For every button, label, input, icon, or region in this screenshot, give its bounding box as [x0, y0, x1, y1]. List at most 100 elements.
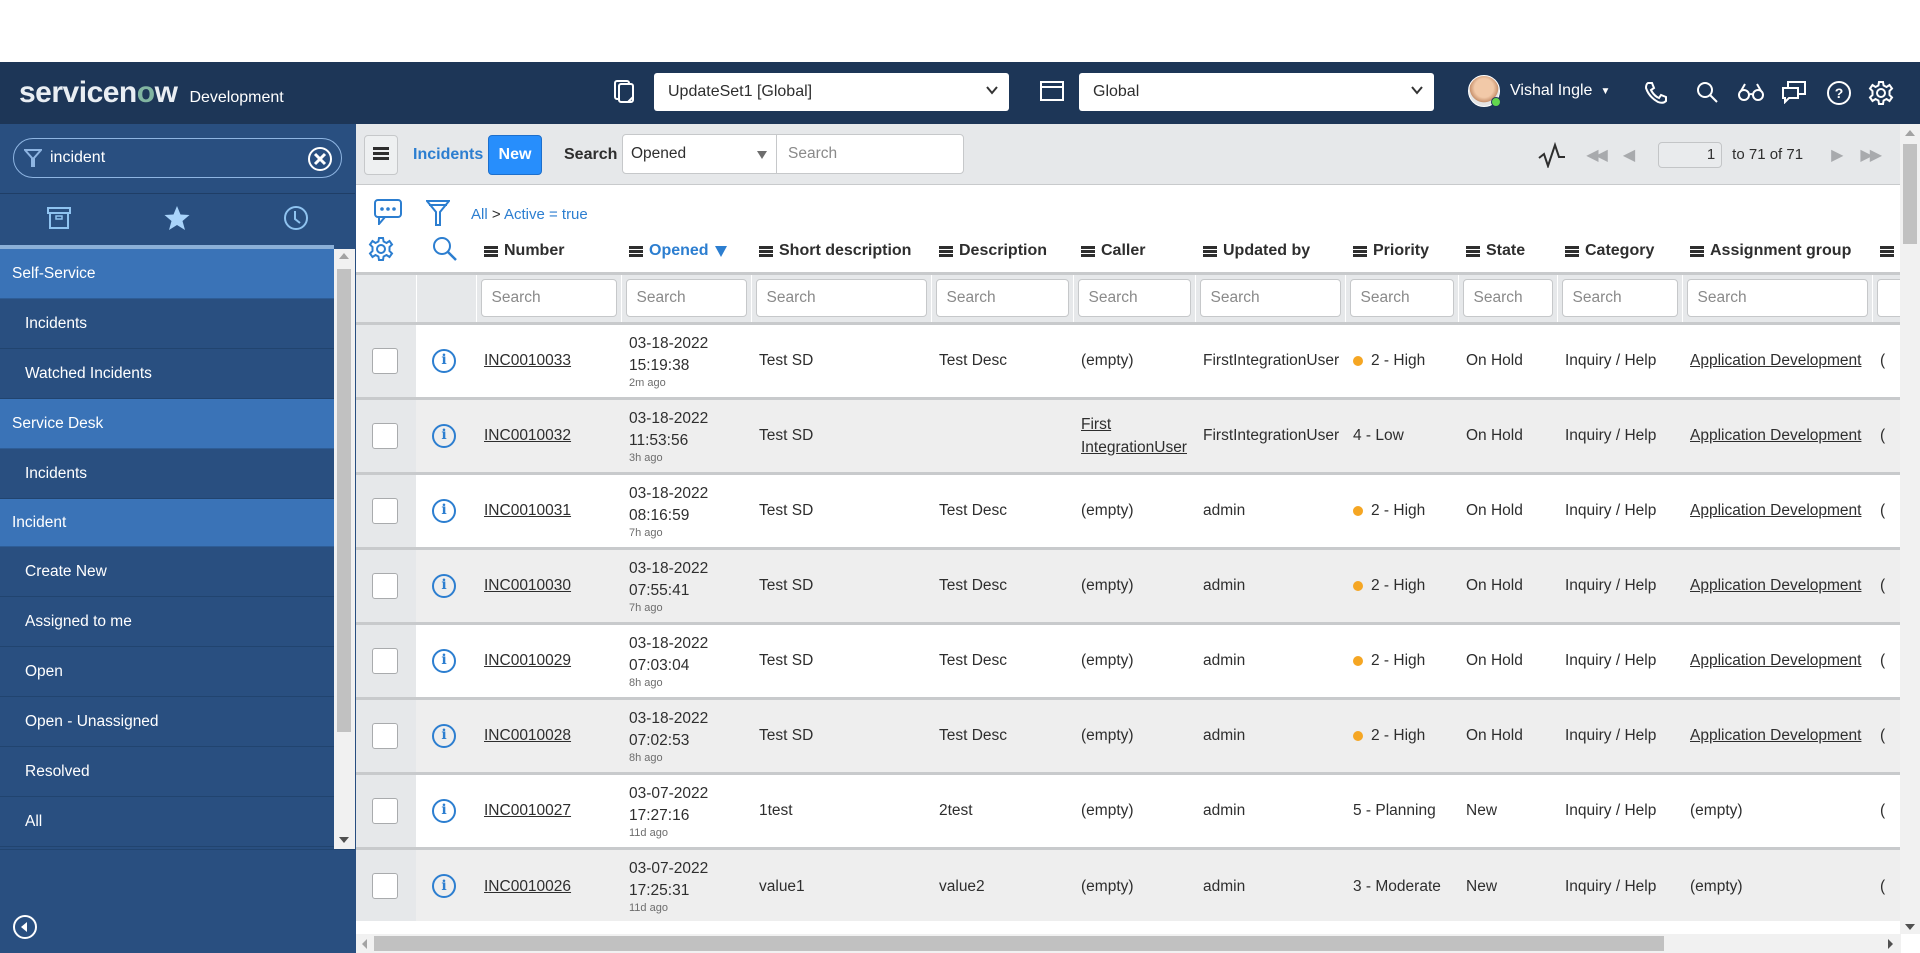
scroll-up-arrow[interactable]	[339, 253, 349, 259]
list-horizontal-scrollbar[interactable]	[356, 934, 1901, 953]
search-assignment-group-input[interactable]	[1686, 279, 1868, 317]
column-menu-icon[interactable]	[1565, 245, 1579, 257]
column-header-assignment-group[interactable]: Assignment group	[1682, 231, 1872, 273]
search-opened-input[interactable]	[625, 279, 747, 317]
activity-stream-icon[interactable]	[1538, 141, 1566, 168]
row-checkbox[interactable]	[372, 873, 398, 900]
preview-info-icon[interactable]: i	[432, 498, 456, 523]
search-field-select[interactable]: Opened	[622, 134, 777, 174]
search-description-input[interactable]	[935, 279, 1069, 317]
column-header-number[interactable]: Number	[476, 231, 621, 273]
incident-number-link[interactable]: INC0010033	[484, 352, 571, 369]
incident-number-link[interactable]: INC0010032	[484, 427, 571, 444]
column-menu-icon[interactable]	[939, 245, 953, 257]
preview-info-icon[interactable]: i	[432, 874, 456, 899]
assignment-group-link[interactable]: Application Development	[1690, 727, 1861, 744]
nav-module-all[interactable]: All	[0, 797, 334, 847]
nav-module-open-unassigned[interactable]: Open - Unassigned	[0, 697, 334, 747]
incident-number-link[interactable]: INC0010027	[484, 802, 571, 819]
application-scope-picker[interactable]: Global	[1079, 73, 1434, 111]
scroll-thumb[interactable]	[337, 269, 351, 732]
column-header-state[interactable]: State	[1458, 231, 1557, 273]
connect-chat-icon[interactable]	[1781, 80, 1807, 104]
row-checkbox[interactable]	[372, 797, 398, 824]
row-checkbox[interactable]	[372, 572, 398, 599]
incident-number-link[interactable]: INC0010026	[484, 878, 571, 895]
column-menu-icon[interactable]	[1880, 245, 1894, 257]
list-context-menu-button[interactable]	[364, 135, 398, 175]
scroll-left-arrow[interactable]	[362, 939, 367, 949]
page-number-input[interactable]	[1658, 141, 1723, 168]
nav-module-open[interactable]: Open	[0, 647, 334, 697]
phone-icon[interactable]	[1643, 80, 1669, 106]
row-checkbox[interactable]	[372, 422, 398, 449]
nav-section-incident[interactable]: Incident	[0, 499, 334, 547]
scroll-down-arrow[interactable]	[1905, 924, 1915, 930]
nav-module-resolved[interactable]: Resolved	[0, 747, 334, 797]
column-header-priority[interactable]: Priority	[1345, 231, 1458, 273]
search-caller-input[interactable]	[1077, 279, 1191, 317]
conversation-icon[interactable]	[374, 199, 402, 230]
column-search-icon[interactable]	[432, 236, 458, 266]
column-menu-icon[interactable]	[484, 245, 498, 257]
preview-info-icon[interactable]: i	[432, 723, 456, 748]
column-menu-icon[interactable]	[1466, 245, 1480, 257]
last-page-icon[interactable]: ▶▶	[1860, 145, 1882, 165]
list-vertical-scrollbar[interactable]	[1900, 124, 1920, 934]
nav-section-service-desk[interactable]: Service Desk	[0, 399, 334, 449]
search-number-input[interactable]	[480, 279, 617, 317]
user-menu[interactable]: Vishal Ingle ▼	[1468, 75, 1610, 107]
new-button[interactable]: New	[488, 135, 542, 175]
scroll-down-arrow[interactable]	[339, 837, 349, 843]
tab-favorites[interactable]	[118, 194, 236, 247]
search-priority-input[interactable]	[1349, 279, 1454, 317]
incident-number-link[interactable]: INC0010031	[484, 502, 571, 519]
filter-icon[interactable]	[424, 199, 452, 232]
collapse-navigator-icon[interactable]	[12, 914, 38, 945]
row-checkbox[interactable]	[372, 497, 398, 524]
column-menu-icon[interactable]	[1203, 245, 1217, 257]
incident-number-link[interactable]: INC0010029	[484, 652, 571, 669]
assignment-group-link[interactable]: Application Development	[1690, 652, 1861, 669]
personalize-list-icon[interactable]	[368, 236, 394, 266]
search-updated-by-input[interactable]	[1199, 279, 1341, 317]
breadcrumb-all[interactable]: All	[471, 206, 488, 223]
column-header-short-description[interactable]: Short description	[751, 231, 931, 273]
row-checkbox[interactable]	[372, 722, 398, 749]
column-menu-icon[interactable]	[1081, 245, 1095, 257]
assignment-group-link[interactable]: Application Development	[1690, 352, 1861, 369]
column-header-category[interactable]: Category	[1557, 231, 1682, 273]
nav-module-incidents[interactable]: Incidents	[0, 449, 334, 499]
navigator-filter[interactable]	[13, 138, 342, 178]
caller-link[interactable]: First IntegrationUser	[1081, 416, 1187, 456]
preview-info-icon[interactable]: i	[432, 348, 456, 373]
navigator-filter-input[interactable]	[50, 149, 300, 167]
incident-number-link[interactable]: INC0010028	[484, 727, 571, 744]
preview-info-icon[interactable]: i	[432, 798, 456, 823]
update-set-icon[interactable]	[614, 80, 636, 104]
assignment-group-link[interactable]: Application Development	[1690, 577, 1861, 594]
search-icon[interactable]	[1695, 80, 1719, 104]
preview-info-icon[interactable]: i	[432, 573, 456, 598]
preview-info-icon[interactable]: i	[432, 648, 456, 673]
navigator-scrollbar[interactable]	[334, 249, 355, 849]
nav-section-self-service[interactable]: Self-Service	[0, 249, 334, 299]
assignment-group-link[interactable]: Application Development	[1690, 502, 1861, 519]
column-header-updated-by[interactable]: Updated by	[1195, 231, 1345, 273]
scroll-thumb[interactable]	[374, 936, 1664, 951]
search-state-input[interactable]	[1462, 279, 1553, 317]
help-icon[interactable]: ?	[1826, 80, 1852, 106]
next-page-icon[interactable]: ▶	[1831, 145, 1843, 165]
incident-number-link[interactable]: INC0010030	[484, 577, 571, 594]
column-header-caller[interactable]: Caller	[1073, 231, 1195, 273]
nav-module-assigned-to-me[interactable]: Assigned to me	[0, 597, 334, 647]
list-title[interactable]: Incidents	[413, 146, 483, 164]
update-set-picker[interactable]: UpdateSet1 [Global]	[654, 73, 1009, 111]
impersonate-icon[interactable]	[1737, 82, 1765, 102]
column-header-opened[interactable]: Opened	[621, 231, 751, 273]
row-checkbox[interactable]	[372, 347, 398, 374]
search-overflow-input[interactable]	[1876, 279, 1901, 317]
row-checkbox[interactable]	[372, 647, 398, 674]
column-menu-icon[interactable]	[629, 245, 643, 257]
nav-module-watched-incidents[interactable]: Watched Incidents	[0, 349, 334, 399]
